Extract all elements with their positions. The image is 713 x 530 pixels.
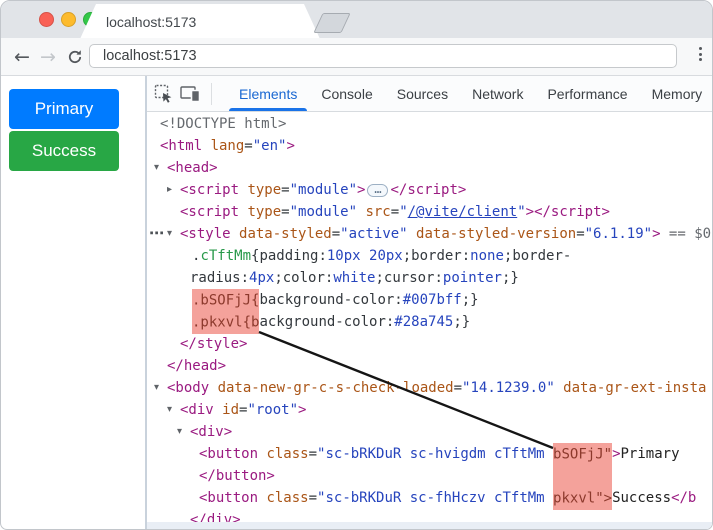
toolbar-divider bbox=[211, 83, 212, 105]
inspect-element-icon[interactable] bbox=[154, 84, 173, 108]
browser-tab[interactable]: localhost:5173 bbox=[80, 4, 320, 39]
tab-network[interactable]: Network bbox=[472, 76, 523, 111]
code-line[interactable]: <button class="sc-bRKDuR sc-hvigdm cTftM… bbox=[147, 443, 712, 465]
minimize-icon[interactable] bbox=[61, 12, 76, 27]
tab-title: localhost:5173 bbox=[80, 4, 320, 40]
annotation-highlight: .bSOFjJ{ bbox=[192, 289, 259, 312]
url-bar[interactable]: localhost:5173 bbox=[89, 44, 677, 68]
resource-link[interactable]: /@vite/client bbox=[408, 204, 518, 220]
devtools-panel: Elements Console Sources Network Performance… bbox=[145, 76, 712, 529]
tab-bar: localhost:5173 bbox=[1, 1, 712, 39]
collapse-arrow-icon[interactable]: ▾ bbox=[167, 223, 172, 245]
inline-expand-icon[interactable]: … bbox=[367, 184, 388, 197]
success-button[interactable]: Success bbox=[9, 131, 119, 171]
code-line[interactable]: radius:4px;color:white;cursor:pointer;} bbox=[147, 267, 712, 289]
code-line[interactable]: <!DOCTYPE html> bbox=[147, 113, 712, 135]
annotation-highlight: bSOFjJ" bbox=[553, 443, 612, 466]
code-line[interactable]: .cTftMm{padding:10px 20px;border:none;bo… bbox=[147, 245, 712, 267]
code-line-text: radius:4px;color:white;cursor:pointer;} bbox=[190, 270, 519, 286]
code-line[interactable]: <button class="sc-bRKDuR sc-fhHczv cTftM… bbox=[147, 487, 712, 509]
code-line-text: .bSOFjJ{background-color:#007bff;} bbox=[192, 292, 479, 308]
tab-performance[interactable]: Performance bbox=[547, 76, 627, 111]
close-icon[interactable] bbox=[39, 12, 54, 27]
code-line[interactable]: .pkxvl{background-color:#28a745;} bbox=[147, 311, 712, 333]
device-toolbar-icon[interactable] bbox=[180, 84, 201, 108]
address-toolbar: ← → localhost:5173 bbox=[1, 38, 712, 76]
horizontal-scrollbar[interactable] bbox=[147, 522, 712, 529]
tab-console[interactable]: Console bbox=[321, 76, 372, 111]
back-icon[interactable]: ← bbox=[11, 38, 33, 75]
url-text: localhost:5173 bbox=[103, 48, 197, 64]
more-actions-icon[interactable]: ⋯ bbox=[149, 223, 164, 244]
code-line-text: .cTftMm{padding:10px 20px;border:none;bo… bbox=[192, 248, 571, 264]
collapse-arrow-icon[interactable]: ▾ bbox=[177, 421, 182, 443]
code-line[interactable]: </style> bbox=[147, 333, 712, 355]
code-line-text: </style> bbox=[180, 336, 247, 352]
annotation-highlight: .pkxvl{b bbox=[192, 311, 259, 334]
code-line-text: <button class="sc-bRKDuR sc-hvigdm cTftM… bbox=[199, 446, 680, 462]
code-line-text: <script type="module" src="/@vite/client… bbox=[180, 204, 610, 220]
code-line[interactable]: ▾ <div id="root"> bbox=[147, 399, 712, 421]
annotation-highlight: pkxvl"> bbox=[553, 487, 612, 510]
code-line-text: <button class="sc-bRKDuR sc-fhHczv cTftM… bbox=[199, 490, 696, 506]
tab-sources[interactable]: Sources bbox=[397, 76, 448, 111]
primary-button[interactable]: Primary bbox=[9, 89, 119, 129]
code-line-text: <!DOCTYPE html> bbox=[160, 116, 286, 132]
page-content: PrimarySuccess bbox=[9, 89, 119, 171]
code-line[interactable]: ▸ <script type="module">…</script> bbox=[147, 179, 712, 201]
code-line[interactable]: </head> bbox=[147, 355, 712, 377]
code-line[interactable]: ⋯▾ <style data-styled="active" data-style… bbox=[147, 223, 712, 245]
code-line[interactable]: .bSOFjJ{background-color:#007bff;} bbox=[147, 289, 712, 311]
reload-glyph bbox=[67, 49, 83, 65]
tab-elements[interactable]: Elements bbox=[239, 76, 297, 111]
devtools-tabs: Elements Console Sources Network Performance… bbox=[239, 76, 702, 111]
code-line[interactable]: ▾ <body data-new-gr-c-s-check-loaded="14.… bbox=[147, 377, 712, 399]
code-line-text: <div id="root"> bbox=[180, 402, 306, 418]
code-line[interactable]: </button> bbox=[147, 465, 712, 487]
collapse-arrow-icon[interactable]: ▾ bbox=[167, 399, 172, 421]
browser-menu-icon[interactable] bbox=[695, 47, 705, 61]
code-line-text: <body data-new-gr-c-s-check-loaded="14.1… bbox=[167, 380, 706, 396]
reload-icon[interactable] bbox=[64, 38, 86, 75]
code-line-text: <style data-styled="active" data-styled-… bbox=[180, 226, 711, 242]
code-line-text: <head> bbox=[167, 160, 218, 176]
elements-tree: <!DOCTYPE html><html lang="en">▾<head>▸<… bbox=[147, 111, 712, 529]
tab-memory[interactable]: Memory bbox=[652, 76, 703, 111]
code-line[interactable]: <html lang="en"> bbox=[147, 135, 712, 157]
collapse-arrow-icon[interactable]: ▾ bbox=[154, 377, 159, 399]
code-line-text: .pkxvl{background-color:#28a745;} bbox=[192, 314, 470, 330]
code-line[interactable]: <script type="module" src="/@vite/client… bbox=[147, 201, 712, 223]
new-tab-button[interactable] bbox=[313, 13, 350, 33]
code-line-text: <html lang="en"> bbox=[160, 138, 295, 154]
code-line-text: <div> bbox=[190, 424, 232, 440]
code-line-text: </button> bbox=[199, 468, 612, 484]
code-line-text: </head> bbox=[167, 358, 226, 374]
code-line-text: <script type="module">…</script> bbox=[180, 182, 466, 198]
forward-icon[interactable]: → bbox=[37, 38, 59, 75]
expand-arrow-icon[interactable]: ▸ bbox=[167, 179, 172, 201]
annotation-highlight bbox=[553, 465, 612, 488]
collapse-arrow-icon[interactable]: ▾ bbox=[154, 157, 159, 179]
browser-window: localhost:5173 ← → localhost:5173 Primar… bbox=[0, 0, 713, 530]
devtools-toolbar: Elements Console Sources Network Performance… bbox=[147, 76, 712, 112]
code-line[interactable]: ▾ <head> bbox=[147, 157, 712, 179]
code-line[interactable]: ▾ <div> bbox=[147, 421, 712, 443]
